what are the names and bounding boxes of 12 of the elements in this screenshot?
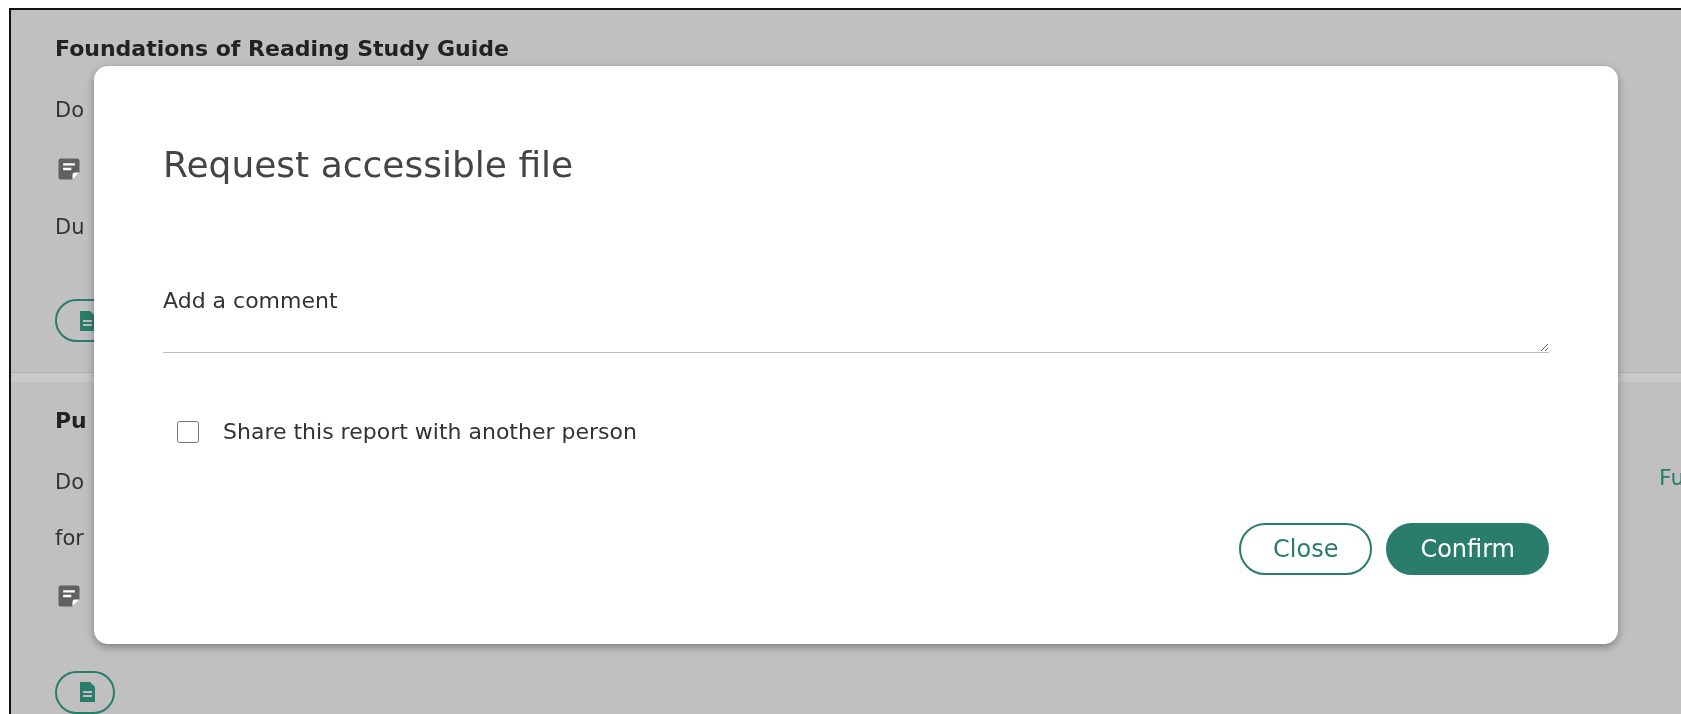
card-text: Du — [55, 214, 85, 242]
dialog-title: Request accessible file — [163, 144, 575, 185]
card-text: for — [55, 524, 84, 552]
document-button[interactable] — [55, 670, 115, 714]
confirm-button[interactable]: Confirm — [1386, 523, 1549, 575]
card-title: Foundations of Reading Study Guide — [55, 35, 509, 63]
checkbox-label: Share this report with another person — [223, 419, 637, 444]
card-text: Do — [55, 97, 85, 124]
close-button[interactable]: Close — [1239, 523, 1373, 575]
card-text: Do — [55, 468, 85, 496]
card-title: Pu — [55, 406, 87, 435]
share-checkbox[interactable] — [177, 420, 199, 443]
